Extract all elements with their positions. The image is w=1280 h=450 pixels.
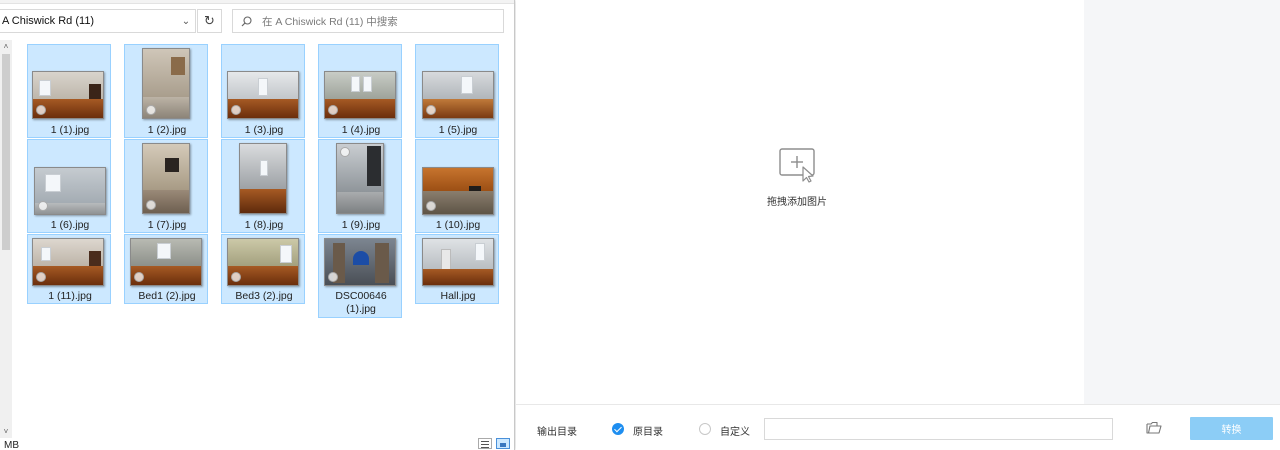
- file-name: DSC00646 (1).jpg: [335, 290, 387, 315]
- chevron-down-icon[interactable]: ⌄: [177, 16, 195, 27]
- add-image-icon[interactable]: [778, 147, 818, 183]
- file-item[interactable]: 1 (2).jpg: [124, 44, 208, 138]
- file-name: 1 (5).jpg: [438, 124, 478, 136]
- file-item[interactable]: Bed3 (2).jpg: [221, 234, 305, 304]
- vertical-scrollbar[interactable]: ˄ ˅: [0, 40, 12, 438]
- explorer-toolbar-edge: [0, 0, 514, 4]
- custom-path-input[interactable]: [764, 418, 1113, 440]
- file-name: 1 (2).jpg: [147, 124, 187, 136]
- status-bar-size: MB: [4, 440, 19, 450]
- file-item[interactable]: 1 (10).jpg: [415, 139, 499, 233]
- scroll-up-icon[interactable]: ˄: [0, 42, 12, 51]
- refresh-icon: ↻: [204, 13, 215, 28]
- file-item[interactable]: 1 (5).jpg: [415, 44, 499, 138]
- file-name: 1 (3).jpg: [244, 124, 284, 136]
- side-panel: [1084, 0, 1280, 404]
- output-dir-label: 输出目录: [537, 427, 577, 438]
- scrollbar-thumb[interactable]: [2, 54, 10, 250]
- address-path[interactable]: A Chiswick Rd (11): [2, 15, 177, 27]
- file-thumbnail: [324, 238, 396, 286]
- drop-hint-text: 拖拽添加图片: [767, 197, 827, 208]
- radio-original-dir[interactable]: [612, 423, 624, 435]
- file-thumbnail: [336, 143, 384, 214]
- file-name: 1 (7).jpg: [147, 219, 187, 231]
- file-item[interactable]: Hall.jpg: [415, 234, 499, 304]
- search-input[interactable]: 在 A Chiswick Rd (11) 中搜索: [232, 9, 504, 33]
- details-view-icon[interactable]: [478, 438, 492, 449]
- file-explorer-window: A Chiswick Rd (11) ⌄ ↻ 在 A Chiswick Rd (…: [0, 0, 515, 450]
- convert-button[interactable]: 转换: [1190, 417, 1273, 440]
- address-bar[interactable]: A Chiswick Rd (11) ⌄: [0, 9, 196, 33]
- file-thumbnail: [142, 48, 190, 119]
- file-item[interactable]: 1 (4).jpg: [318, 44, 402, 138]
- radio-custom-dir[interactable]: [699, 423, 711, 435]
- file-name: 1 (8).jpg: [244, 219, 284, 231]
- file-name: Bed1 (2).jpg: [138, 290, 196, 302]
- file-thumbnail: [422, 71, 494, 119]
- search-icon: [241, 15, 252, 26]
- file-name: 1 (4).jpg: [341, 124, 381, 136]
- file-thumbnail: [227, 238, 299, 286]
- file-thumbnail: [227, 71, 299, 119]
- file-name: Bed3 (2).jpg: [235, 290, 293, 302]
- file-thumbnail: [130, 238, 202, 286]
- scroll-down-icon[interactable]: ˅: [0, 427, 12, 436]
- file-name: 1 (11).jpg: [48, 290, 92, 302]
- file-name: Hall.jpg: [440, 290, 476, 302]
- refresh-button[interactable]: ↻: [197, 9, 222, 33]
- file-thumbnail: [34, 167, 106, 215]
- file-thumbnail: [324, 71, 396, 119]
- file-item[interactable]: Bed1 (2).jpg: [124, 234, 208, 304]
- file-name: 1 (6).jpg: [50, 219, 90, 231]
- file-thumbnail: [142, 143, 190, 214]
- file-item[interactable]: 1 (8).jpg: [221, 139, 305, 233]
- radio-custom-dir-label[interactable]: 自定义: [720, 423, 750, 438]
- file-item[interactable]: 1 (6).jpg: [27, 139, 111, 233]
- file-name: 1 (9).jpg: [341, 219, 381, 231]
- file-thumbnail: [239, 143, 287, 214]
- file-item[interactable]: 1 (3).jpg: [221, 44, 305, 138]
- file-thumbnail: [32, 71, 104, 119]
- file-thumbnail: [32, 238, 104, 286]
- file-name: 1 (10).jpg: [435, 219, 481, 231]
- file-item[interactable]: DSC00646 (1).jpg: [318, 234, 402, 318]
- file-item[interactable]: 1 (11).jpg: [27, 234, 111, 304]
- thumbnail-view-icon[interactable]: [496, 438, 510, 449]
- file-name: 1 (1).jpg: [50, 124, 90, 136]
- folder-icon[interactable]: [1146, 421, 1162, 435]
- file-item[interactable]: 1 (9).jpg: [318, 139, 402, 233]
- file-item[interactable]: 1 (7).jpg: [124, 139, 208, 233]
- file-item[interactable]: 1 (1).jpg: [27, 44, 111, 138]
- file-thumbnail: [422, 238, 494, 286]
- search-placeholder: 在 A Chiswick Rd (11) 中搜索: [262, 15, 398, 28]
- file-thumbnail: [422, 167, 494, 215]
- radio-original-dir-label[interactable]: 原目录: [633, 423, 663, 438]
